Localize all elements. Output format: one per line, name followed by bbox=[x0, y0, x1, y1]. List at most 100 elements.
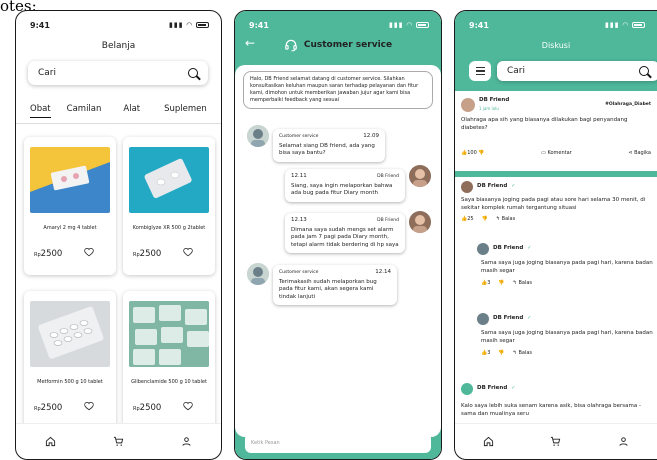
product-price: Rp2500 bbox=[133, 403, 161, 413]
section-divider bbox=[455, 171, 657, 177]
search-bar[interactable]: Cari bbox=[28, 61, 208, 85]
verified-icon: ✓ bbox=[527, 315, 532, 322]
reply-text: Sama saya juga joging biasanya pada pagi… bbox=[481, 260, 653, 274]
price-value: 2500 bbox=[139, 403, 162, 413]
thumb-down-icon[interactable]: 👎 bbox=[498, 350, 504, 358]
cart-icon[interactable] bbox=[550, 436, 561, 447]
post-header: DB Friend 1 jam lalu #Olahraga_Diabet bbox=[461, 97, 651, 112]
reply-actions: 👍25 👎 ↰ Balas bbox=[461, 216, 657, 224]
like-count: 3 bbox=[487, 280, 491, 286]
heart-icon[interactable] bbox=[84, 247, 94, 257]
avatar bbox=[247, 263, 269, 285]
reply-header: DB Friend ✓ bbox=[477, 313, 657, 325]
heart-icon[interactable] bbox=[84, 401, 94, 411]
price-value: 2500 bbox=[40, 403, 63, 413]
like-button[interactable]: 👍3 bbox=[481, 280, 490, 288]
heart-icon[interactable] bbox=[183, 401, 193, 411]
reply-icon: ↰ bbox=[512, 280, 517, 286]
search-icon[interactable] bbox=[639, 66, 649, 76]
message-meta: Customer service 12.09 bbox=[279, 133, 379, 141]
page-title: Diskusi bbox=[541, 41, 571, 50]
avatar bbox=[409, 211, 431, 233]
thumb-down-icon[interactable]: 👎 bbox=[478, 150, 484, 156]
reply-header: DB Friend ✓ bbox=[461, 181, 657, 193]
screenshot-root: otes: 9:41 ▮▮▮ ◠ Belanja Cari Obat Camila… bbox=[0, 0, 657, 460]
reply-text: Kalo saya lebih suka senam karena asik, … bbox=[461, 403, 641, 417]
product-image bbox=[30, 147, 110, 213]
tab-camilan[interactable]: Camilan bbox=[67, 104, 102, 118]
avatar bbox=[461, 383, 473, 395]
menu-icon[interactable] bbox=[469, 61, 491, 81]
reply-label: Balas bbox=[501, 216, 516, 222]
price-value: 2500 bbox=[139, 249, 162, 259]
message-time: 12.14 bbox=[375, 269, 391, 275]
reply-button[interactable]: ↰ Balas bbox=[513, 280, 532, 288]
product-card[interactable]: Kombiglyze XR 500 g 2tablet Rp2500 bbox=[123, 137, 215, 275]
thumb-down-icon[interactable]: 👎 bbox=[498, 280, 504, 288]
reply-text: Saya biasanya joging pada pagi atau sore… bbox=[461, 197, 646, 211]
reply-icon: ↰ bbox=[495, 216, 501, 222]
reply-header: DB Friend ✓ bbox=[461, 383, 657, 395]
currency-label: Rp bbox=[34, 252, 41, 258]
product-price: Rp2500 bbox=[133, 249, 161, 259]
tab-suplemen[interactable]: Suplemen bbox=[164, 104, 207, 118]
message-text: Dimana saya sudah mengs set alarm pada j… bbox=[291, 226, 399, 248]
product-card[interactable]: Metformin 500 g 10 tablet Rp2500 bbox=[24, 291, 116, 429]
search-input[interactable]: Cari bbox=[507, 66, 525, 76]
like-button[interactable]: 👍100 👎 bbox=[461, 150, 485, 158]
share-button[interactable]: ⋖ Bagika bbox=[628, 150, 651, 158]
product-card[interactable]: Glibenclamide 500 g 10 tablet Rp2500 bbox=[123, 291, 215, 429]
home-icon[interactable] bbox=[483, 436, 494, 447]
search-input[interactable]: Cari bbox=[38, 68, 56, 78]
tab-alat[interactable]: Alat bbox=[123, 104, 140, 118]
message-time: 12.11 bbox=[291, 173, 307, 179]
share-label: Bagika bbox=[634, 150, 651, 156]
search-icon[interactable] bbox=[188, 68, 198, 78]
battery-icon bbox=[632, 22, 645, 28]
product-name: Kombiglyze XR 500 g 2tablet bbox=[132, 225, 206, 231]
heart-icon[interactable] bbox=[183, 247, 193, 257]
tab-obat[interactable]: Obat bbox=[30, 104, 51, 118]
status-bar: 9:41 ▮▮▮ ◠ bbox=[30, 19, 209, 31]
signal-icon: ▮▮▮ bbox=[169, 21, 184, 29]
home-icon[interactable] bbox=[45, 436, 56, 447]
message-time: 12.13 bbox=[291, 217, 307, 223]
reply-icon: ↰ bbox=[512, 350, 517, 356]
reply-actions: 👍3 👎 ↰ Balas bbox=[477, 280, 657, 288]
reply-item: DB Friend ✓ Sama saya juga joging biasany… bbox=[477, 243, 657, 288]
cart-icon[interactable] bbox=[113, 436, 124, 447]
reply-button[interactable]: ↰ Balas bbox=[496, 216, 515, 224]
reply-label: Balas bbox=[518, 350, 533, 356]
profile-icon[interactable] bbox=[618, 436, 629, 447]
thumb-down-icon[interactable]: 👎 bbox=[482, 216, 488, 224]
like-button[interactable]: 👍25 bbox=[461, 216, 474, 224]
price-value: 2500 bbox=[40, 249, 63, 259]
message-text: Siang, saya ingin melaporkan bahwa ada b… bbox=[291, 182, 393, 197]
search-bar[interactable]: Cari bbox=[497, 61, 657, 81]
product-card[interactable]: Amaryl 2 mg 4 tablet Rp2500 bbox=[24, 137, 116, 275]
page-title: Belanja bbox=[101, 41, 136, 51]
wifi-icon: ◠ bbox=[406, 21, 413, 29]
like-count: 100 bbox=[467, 150, 477, 156]
reply-actions: 👍3 👎 ↰ Balas bbox=[477, 350, 657, 358]
post-time: 1 jam lalu bbox=[479, 105, 499, 111]
reply-button[interactable]: ↰ Balas bbox=[513, 350, 532, 358]
customer-service-screen: 9:41 ▮▮▮ ◠ ← Customer service Halo, DB Fr… bbox=[234, 10, 442, 460]
like-button[interactable]: 👍3 bbox=[481, 350, 490, 358]
message-input[interactable]: Ketik Pesan bbox=[245, 433, 431, 453]
reply-header: DB Friend ✓ bbox=[477, 243, 657, 255]
product-price: Rp2500 bbox=[34, 403, 62, 413]
headset-icon bbox=[285, 39, 297, 52]
comment-button[interactable]: ▭ Komentar bbox=[541, 150, 572, 158]
avatar bbox=[461, 181, 473, 193]
forum-post: DB Friend 1 jam lalu #Olahraga_Diabet Ol… bbox=[455, 91, 657, 171]
verified-icon: ✓ bbox=[511, 385, 516, 392]
like-count: 3 bbox=[487, 350, 491, 356]
sender-name: Customer service bbox=[279, 134, 319, 139]
product-image bbox=[30, 301, 110, 367]
discussion-screen: 9:41 ▮▮▮ ◠ Diskusi Cari DB Friend 1 jam l… bbox=[454, 10, 657, 460]
profile-icon[interactable] bbox=[181, 436, 192, 447]
avatar bbox=[477, 243, 489, 255]
status-time: 9:41 bbox=[469, 20, 489, 30]
reply-item: DB Friend ✓ Saya biasanya joging pada pag… bbox=[461, 181, 657, 224]
